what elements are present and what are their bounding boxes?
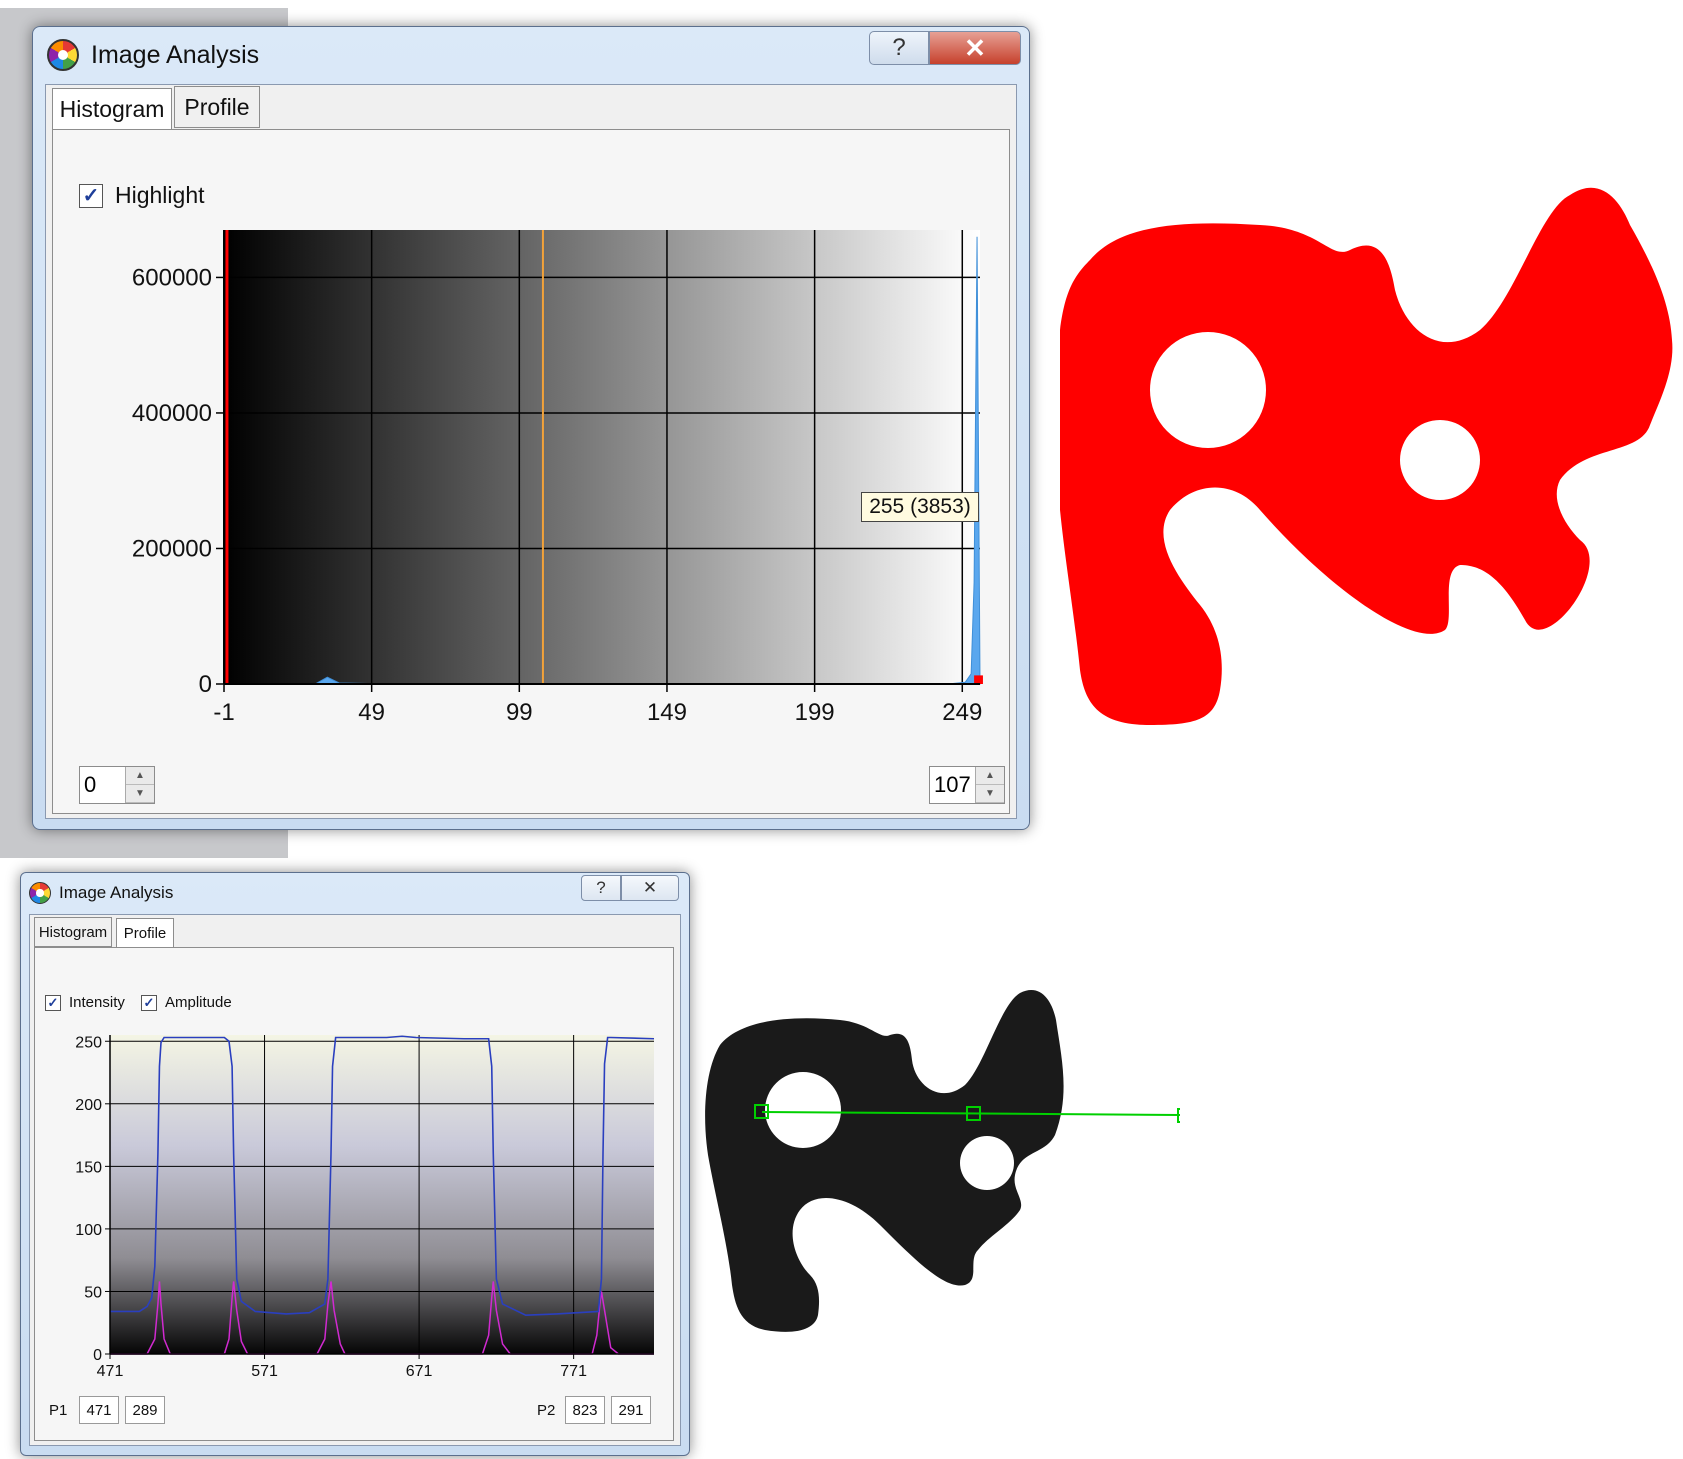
help-button[interactable]: ? [581, 875, 621, 901]
histogram-x-tick-label: 149 [647, 699, 687, 726]
client-area: Histogram Profile ✓ Highlight -1 49 99 1… [45, 84, 1017, 819]
profile-x-tick-label: 771 [560, 1363, 587, 1380]
profile-chart: 471 571 671 771 0 50 100 150 200 250 [75, 1034, 655, 1380]
p1-x-value: 471 [86, 1401, 112, 1419]
close-icon: ✕ [642, 878, 658, 897]
profile-window: Image Analysis ? ✕ Histogram Profile ✓ I… [20, 872, 690, 1456]
close-icon: ✕ [964, 32, 986, 63]
profile-y-tick-label: 50 [84, 1284, 102, 1301]
highlighted-part-image [1060, 187, 1673, 725]
tooltip-text: 255 (3853) [869, 495, 971, 518]
spin-up-icon[interactable]: ▲ [126, 767, 154, 785]
tab-label: Profile [123, 924, 167, 942]
spin-down-icon[interactable]: ▼ [976, 785, 1004, 803]
histogram-y-tick-label: 0 [199, 671, 212, 698]
histogram-x-tick-label: 249 [942, 699, 982, 726]
histogram-x-tick-label: 49 [358, 699, 385, 726]
p2-x-field[interactable]: 823 [565, 1396, 605, 1424]
profile-y-tick-label: 100 [75, 1222, 102, 1239]
histogram-y-tick-label: 600000 [132, 264, 212, 291]
highlight-bin [974, 675, 983, 684]
histogram-panel: ✓ Highlight -1 49 99 149 199 249 0 200000 400000… [52, 129, 1010, 814]
profile-panel: ✓ Intensity ✓ Amplitude 471 571 671 771 … [34, 947, 674, 1441]
help-icon: ? [596, 878, 606, 897]
histogram-window: Image Analysis ? ✕ Histogram Profile ✓ H… [32, 26, 1030, 830]
close-button[interactable]: ✕ [929, 31, 1021, 65]
amplitude-checkbox[interactable]: ✓ [141, 994, 157, 1011]
high-threshold-spinner[interactable]: 107 ▲ ▼ [929, 766, 1005, 804]
spin-down-icon[interactable]: ▼ [126, 785, 154, 803]
profile-y-tick-label: 200 [75, 1097, 102, 1114]
close-button[interactable]: ✕ [621, 875, 679, 901]
histogram-x-tick-label: 199 [795, 699, 835, 726]
low-threshold-value: 0 [84, 772, 97, 797]
app-icon [47, 39, 79, 71]
client-area: Histogram Profile ✓ Intensity ✓ Amplitud… [29, 914, 681, 1446]
tooltip: 255 (3853) [861, 492, 979, 522]
spinner-arrows[interactable]: ▲ ▼ [975, 767, 1004, 803]
highlight-option[interactable]: ✓ Highlight [79, 182, 205, 209]
app-icon [29, 882, 51, 904]
p1-label: P1 [49, 1402, 68, 1419]
part-shape [705, 990, 1064, 1332]
tab-label: Profile [184, 93, 250, 120]
amplitude-option[interactable]: ✓ Amplitude [141, 994, 232, 1011]
histogram-x-tick-label: -1 [213, 699, 234, 726]
p1-y-value: 289 [132, 1401, 158, 1419]
tab-profile[interactable]: Profile [116, 918, 174, 948]
highlighted-part-shape [1060, 187, 1673, 725]
profile-y-tick-label: 150 [75, 1159, 102, 1176]
histogram-y-tick-label: 400000 [132, 400, 212, 427]
help-button[interactable]: ? [869, 31, 929, 65]
amplitude-label: Amplitude [165, 994, 232, 1011]
window-title: Image Analysis [59, 883, 174, 902]
p2-y-field[interactable]: 291 [611, 1396, 651, 1424]
high-threshold-value: 107 [934, 772, 971, 797]
tab-histogram[interactable]: Histogram [52, 88, 172, 130]
tab-label: Histogram [59, 95, 165, 122]
window-title: Image Analysis [91, 40, 260, 69]
p2-y-value: 291 [618, 1401, 644, 1419]
part-image [705, 990, 1180, 1332]
tab-histogram[interactable]: Histogram [34, 917, 112, 947]
profile-y-tick-label: 250 [75, 1034, 102, 1051]
histogram-y-tick-label: 200000 [132, 535, 212, 562]
profile-x-tick-label: 471 [97, 1363, 124, 1380]
spin-up-icon[interactable]: ▲ [976, 767, 1004, 785]
help-icon: ? [892, 34, 906, 61]
intensity-label: Intensity [69, 994, 125, 1011]
p2-label: P2 [537, 1402, 556, 1419]
profile-x-tick-label: 571 [251, 1363, 278, 1380]
low-threshold-spinner[interactable]: 0 ▲ ▼ [79, 766, 155, 804]
intensity-option[interactable]: ✓ Intensity [45, 994, 125, 1011]
p2-x-value: 823 [572, 1401, 598, 1419]
tab-profile[interactable]: Profile [174, 86, 260, 128]
highlight-label: Highlight [115, 182, 205, 208]
intensity-checkbox[interactable]: ✓ [45, 994, 61, 1011]
highlight-checkbox[interactable]: ✓ [79, 183, 103, 208]
p1-x-field[interactable]: 471 [79, 1396, 119, 1424]
spinner-arrows[interactable]: ▲ ▼ [125, 767, 154, 803]
p1-y-field[interactable]: 289 [125, 1396, 165, 1424]
tab-label: Histogram [38, 923, 108, 941]
profile-x-tick-label: 671 [406, 1363, 433, 1380]
profile-y-tick-label: 0 [93, 1347, 102, 1364]
histogram-x-tick-label: 99 [506, 699, 533, 726]
